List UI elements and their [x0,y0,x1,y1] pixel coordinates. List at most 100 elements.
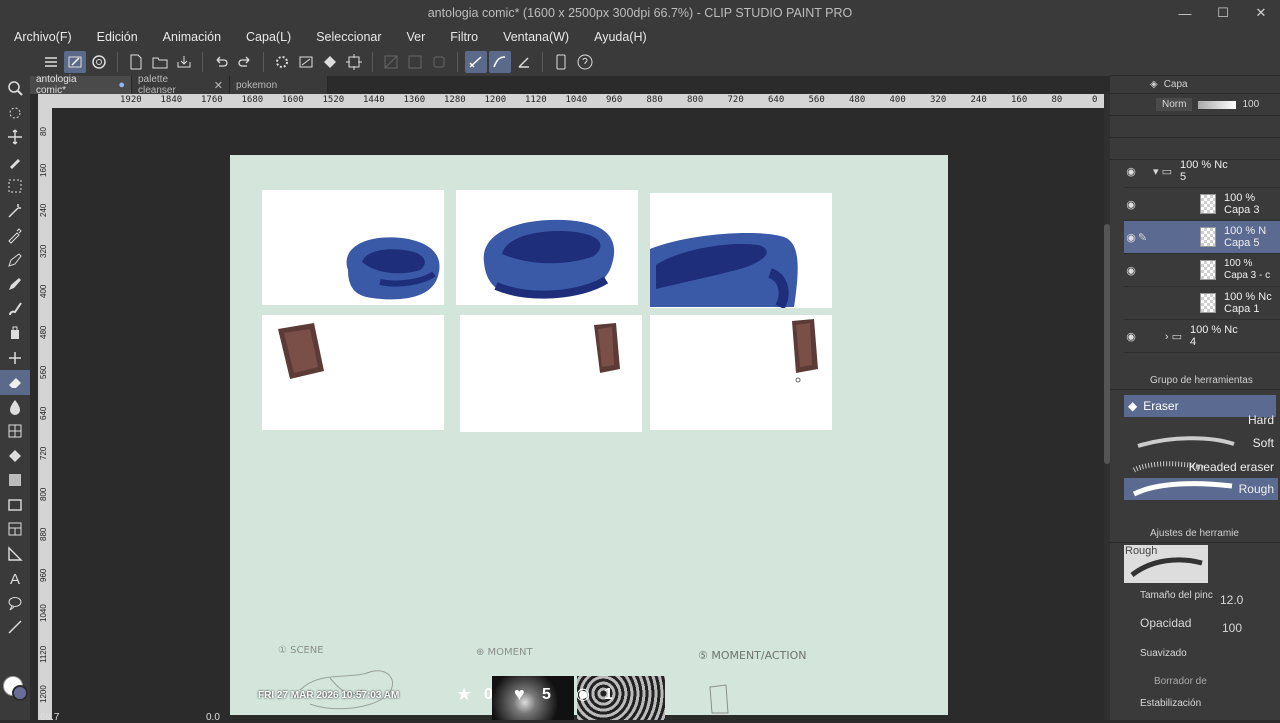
rectangle-tool-icon[interactable] [0,493,30,518]
blend-tool-icon[interactable] [0,395,30,420]
layer-capa-3-copy[interactable]: ◉ 100 % Capa 3 - c [1124,254,1280,287]
blend-mode-select[interactable]: Norm [1156,98,1193,111]
tab-pokemon[interactable]: pokemon [230,76,328,94]
brush-preview-rough[interactable]: Rough [1124,545,1208,583]
menu-seleccionar[interactable]: Seleccionar [302,30,392,44]
decoration-tool-icon[interactable] [0,346,30,371]
comic-panel[interactable] [650,193,832,310]
menu-edicion[interactable]: Edición [83,30,149,44]
coords-readout: 0.0 [206,712,220,723]
maximize-icon[interactable]: ☐ [1204,0,1242,26]
menu-ventana[interactable]: Ventana(W) [489,30,580,44]
size-value[interactable]: 12.0 [1220,593,1243,607]
phone-icon[interactable] [550,51,572,73]
modified-dot-icon[interactable]: ● [118,79,125,91]
layer-capa-5[interactable]: ◉ ✎ 100 % N Capa 5 [1124,221,1280,254]
magic-wand-icon[interactable] [0,199,30,224]
tool-settings-title: Ajustes de herramie [1150,528,1239,539]
zoom-tool-icon[interactable] [0,76,30,101]
comic-panel[interactable] [650,315,832,430]
selection-tool-icon[interactable] [0,174,30,199]
visibility-eye-icon[interactable]: ◉ [1124,231,1138,244]
comic-panel[interactable] [262,315,444,430]
layer-capa-3[interactable]: ◉ 100 % Capa 3 [1124,188,1280,221]
visibility-eye-icon[interactable]: ◉ [1124,330,1138,343]
layer-folder-5[interactable]: ◉ ▾ ▭ 100 % Nc 5 [1124,155,1280,188]
opacity-slider[interactable] [1198,100,1237,109]
comic-panel[interactable] [456,190,638,305]
move-tool-icon[interactable] [0,125,30,150]
comic-panel[interactable] [262,190,444,305]
redo-icon[interactable] [234,51,256,73]
menu-animacion[interactable]: Animación [149,30,232,44]
pen-tool-icon[interactable] [0,248,30,273]
menu-capa[interactable]: Capa(L) [232,30,302,44]
visibility-eye-icon[interactable]: ◉ [1124,264,1138,277]
minimize-icon[interactable]: — [1166,0,1204,26]
pen-icon[interactable] [513,51,535,73]
hamburger-menu-icon[interactable] [40,51,62,73]
ruler-tick: 560 [808,95,825,105]
menu-ver[interactable]: Ver [393,30,437,44]
layer-label: 100 % Nc Capa 1 [1224,291,1272,315]
airbrush-tool-icon[interactable] [0,321,30,346]
open-folder-icon[interactable] [149,51,171,73]
figure-tool-icon[interactable] [0,419,30,444]
snap-special-ruler-icon[interactable] [489,51,511,73]
close-icon[interactable]: ✕ [1242,0,1280,26]
object-tool-icon[interactable] [0,150,30,175]
comic-panel[interactable] [460,315,642,432]
clip-studio-icon[interactable] [88,51,110,73]
menu-filtro[interactable]: Filtro [436,30,489,44]
visibility-eye-icon[interactable]: ◉ [1124,198,1138,211]
separator [542,52,543,72]
balloon-tool-icon[interactable] [0,591,30,616]
gradient-tool-icon[interactable] [0,468,30,493]
text-tool-icon[interactable]: A [0,566,30,591]
fill-icon[interactable] [319,51,341,73]
layer-capa-1[interactable]: 100 % Nc Capa 1 [1124,287,1280,320]
brush-hard[interactable]: Hard [1124,414,1278,426]
canvas-area[interactable]: ① SCENE ⊕ MOMENT ⑤ MOMENT/ACTION [52,108,1104,720]
loading-icon[interactable] [271,51,293,73]
ruler-tick: 1200 [484,95,507,105]
operation-tool-icon[interactable] [0,101,30,126]
brush-soft[interactable]: Soft [1124,432,1278,454]
new-file-icon[interactable] [125,51,147,73]
brush-kneaded[interactable]: Kneaded eraser [1124,456,1278,478]
clear-icon[interactable] [295,51,317,73]
brush-tool-icon[interactable] [0,297,30,322]
tab-palette-cleanser[interactable]: palette cleanser ✕ [132,74,230,96]
correct-line-tool-icon[interactable] [0,615,30,640]
tab-antologia[interactable]: antologia comic* ● [30,74,132,96]
brush-rough[interactable]: Rough [1124,478,1278,500]
menu-archivo[interactable]: Archivo(F) [0,30,83,44]
layer-folder-4[interactable]: ◉ › ▭ 100 % Nc 4 [1124,320,1280,353]
eyedropper-icon[interactable] [0,223,30,248]
transform-icon[interactable] [343,51,365,73]
ruler-tick: 1440 [363,95,385,105]
close-tab-icon[interactable]: ✕ [214,79,223,92]
fill-tool-icon[interactable] [0,444,30,469]
tab-label: antologia comic* [36,74,77,96]
ruler-tool-icon[interactable] [0,542,30,567]
zoom-readout[interactable]: 66.7 [40,712,59,723]
smoothing-row: Suavizado [1128,644,1278,666]
edit-mode-icon[interactable] [64,51,86,73]
eraser-tool-icon[interactable] [0,370,30,395]
opacity-value[interactable]: 100 [1222,621,1242,635]
help-icon[interactable] [574,51,596,73]
ruler-tick: 1280 [444,95,466,105]
comic-page[interactable]: ① SCENE ⊕ MOMENT ⑤ MOMENT/ACTION [230,155,948,715]
layer-label: 100 % Nc 5 [1180,159,1228,183]
ruler-tick: 1520 [322,95,345,105]
ruler-tick: 560 [39,365,48,379]
frame-tool-icon[interactable] [0,517,30,542]
pencil-tool-icon[interactable] [0,272,30,297]
layer-opacity-value[interactable]: 100 [1242,99,1259,110]
snap-ruler-icon[interactable] [465,51,487,73]
menu-ayuda[interactable]: Ayuda(H) [580,30,658,44]
undo-icon[interactable] [210,51,232,73]
save-icon[interactable] [173,51,195,73]
visibility-eye-icon[interactable]: ◉ [1124,165,1138,178]
